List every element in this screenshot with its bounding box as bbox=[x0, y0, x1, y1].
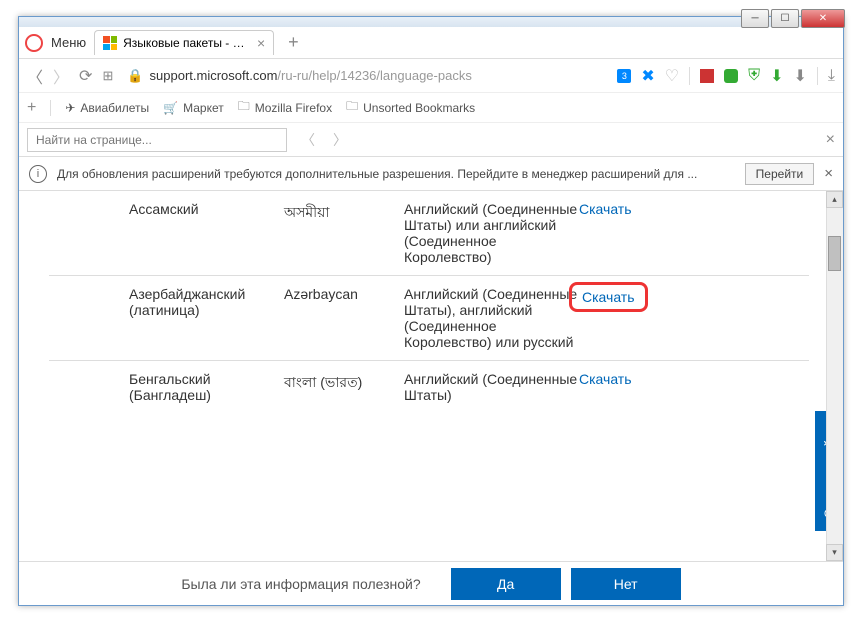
bookmark-label: Авиабилеты bbox=[80, 101, 149, 115]
notification-goto-button[interactable]: Перейти bbox=[745, 163, 815, 185]
lang-native: বাংলা (ভারত) bbox=[284, 371, 404, 403]
scroll-up-button[interactable]: ▴ bbox=[826, 191, 843, 208]
add-bookmark-button[interactable]: + bbox=[27, 99, 36, 117]
address-bar[interactable]: 🔒 support.microsoft.com/ru-ru/help/14236… bbox=[123, 66, 607, 86]
folder-icon: 🗀 bbox=[238, 97, 250, 118]
shield-icon[interactable]: ⛨ bbox=[748, 67, 760, 85]
find-next-button[interactable]: 〉 bbox=[329, 130, 351, 150]
tab-title: Языковые пакеты - Wind bbox=[123, 36, 251, 50]
bookmark-aviabilety[interactable]: ✈ Авиабилеты bbox=[65, 101, 149, 115]
back-button[interactable]: 〈 bbox=[27, 64, 43, 88]
speed-dial-icon[interactable]: ⊞ bbox=[102, 68, 113, 84]
scroll-down-button[interactable]: ▾ bbox=[826, 544, 843, 561]
extension-icon-2[interactable] bbox=[724, 69, 738, 83]
downloads-button[interactable]: ⤓ bbox=[828, 67, 835, 85]
download-link[interactable]: Скачать bbox=[579, 201, 632, 217]
info-icon: i bbox=[29, 165, 47, 183]
download-icon-1[interactable]: ⬇ bbox=[770, 66, 783, 86]
url-path: /ru-ru/help/14236/language-packs bbox=[277, 68, 471, 83]
bookmark-market[interactable]: 🛒 Маркет bbox=[163, 101, 224, 115]
lang-native: অসমীয়া bbox=[284, 201, 404, 265]
table-row: Азербайджанский (латиница) Azərbaycan Ан… bbox=[49, 275, 809, 360]
feedback-footer: Была ли эта информация полезной? Да Нет bbox=[19, 561, 843, 605]
lang-base: Английский (Соединенные Штаты), английск… bbox=[404, 286, 579, 350]
new-tab-button[interactable]: + bbox=[282, 32, 305, 53]
folder-icon: 🗀 bbox=[346, 97, 358, 118]
notification-close-button[interactable]: × bbox=[824, 165, 833, 182]
extension-icon-1[interactable] bbox=[700, 69, 714, 83]
tab-close-icon[interactable]: × bbox=[257, 35, 265, 51]
opera-logo-icon bbox=[25, 34, 43, 52]
minimize-button[interactable]: ─ bbox=[741, 9, 769, 28]
download-icon-2[interactable]: ⬇ bbox=[794, 66, 807, 86]
table-row: Ассамский অসমীয়া Английский (Соединенны… bbox=[49, 191, 809, 275]
blocker-icon[interactable]: ✖ bbox=[641, 66, 654, 86]
notification-text: Для обновления расширений требуются допо… bbox=[57, 167, 735, 181]
scrollbar-track[interactable]: ▴ ▾ bbox=[826, 191, 843, 561]
menu-button[interactable]: Меню bbox=[51, 35, 86, 50]
bookmark-label: Unsorted Bookmarks bbox=[363, 101, 475, 115]
feedback-yes-button[interactable]: Да bbox=[451, 568, 561, 600]
heart-icon[interactable]: ♡ bbox=[665, 66, 679, 86]
lang-name: Азербайджанский (латиница) bbox=[49, 286, 284, 350]
find-input[interactable] bbox=[27, 128, 287, 152]
titlebar bbox=[19, 17, 843, 27]
bookmark-unsorted[interactable]: 🗀 Unsorted Bookmarks bbox=[346, 97, 475, 118]
find-prev-button[interactable]: 〈 bbox=[297, 130, 319, 150]
lang-native: Azərbaycan bbox=[284, 286, 404, 350]
feedback-question: Была ли эта информация полезной? bbox=[181, 576, 420, 592]
lock-icon: 🔒 bbox=[127, 68, 143, 84]
lang-name: Ассамский bbox=[49, 201, 284, 265]
lang-name: Бенгальский (Бангладеш) bbox=[49, 371, 284, 403]
bookmark-label: Маркет bbox=[183, 101, 224, 115]
url-host: support.microsoft.com bbox=[150, 68, 278, 83]
bookmark-label: Mozilla Firefox bbox=[255, 101, 332, 115]
download-link-highlighted[interactable]: Скачать bbox=[582, 289, 635, 305]
find-close-button[interactable]: × bbox=[826, 131, 835, 149]
bookmark-mozilla[interactable]: 🗀 Mozilla Firefox bbox=[238, 97, 332, 118]
plane-icon: ✈ bbox=[65, 101, 75, 115]
reload-button[interactable]: ⟳ bbox=[79, 66, 92, 86]
lang-base: Английский (Соединенные Штаты) или англи… bbox=[404, 201, 579, 265]
maximize-button[interactable]: ☐ bbox=[771, 9, 799, 28]
table-row: Бенгальский (Бангладеш) বাংলা (ভারত) Анг… bbox=[49, 360, 809, 413]
download-link[interactable]: Скачать bbox=[579, 371, 632, 387]
browser-tab[interactable]: Языковые пакеты - Wind × bbox=[94, 30, 274, 55]
microsoft-favicon-icon bbox=[103, 36, 117, 50]
feedback-no-button[interactable]: Нет bbox=[571, 568, 681, 600]
badge-count[interactable]: 3 bbox=[617, 69, 631, 83]
cart-icon: 🛒 bbox=[163, 101, 178, 115]
close-window-button[interactable]: ✕ bbox=[801, 9, 845, 28]
lang-base: Английский (Соединенные Штаты) bbox=[404, 371, 579, 403]
scrollbar-thumb[interactable] bbox=[828, 236, 841, 271]
forward-button[interactable]: 〉 bbox=[53, 64, 69, 88]
